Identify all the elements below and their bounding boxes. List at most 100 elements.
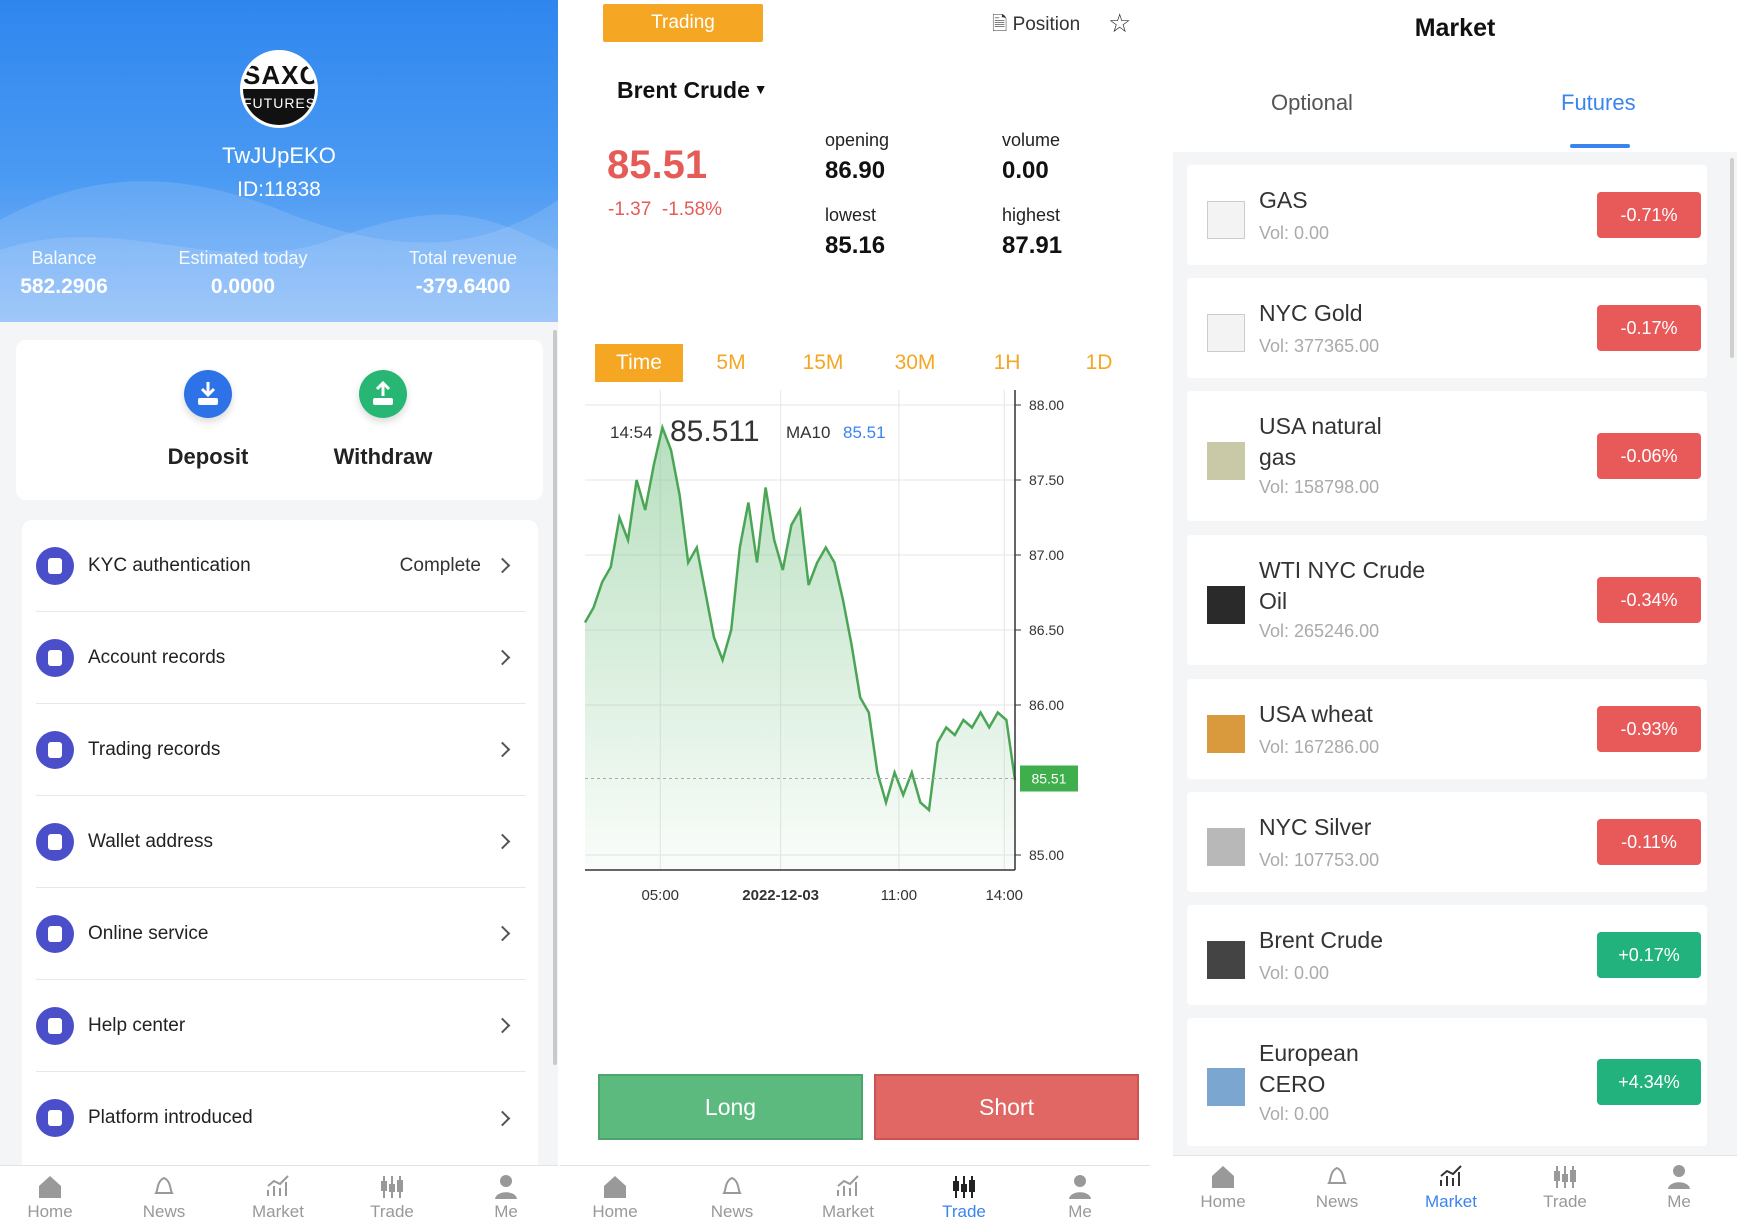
- nav-me[interactable]: Me: [456, 1172, 556, 1222]
- profile-menu: KYC authentication Complete Account reco…: [22, 520, 538, 1180]
- change-badge[interactable]: -0.93%: [1597, 706, 1701, 752]
- market-row[interactable]: NYC Silver Vol: 107753.00 -0.11%: [1187, 792, 1707, 892]
- brent-thumbnail-icon: [1207, 941, 1245, 979]
- short-button[interactable]: Short: [874, 1074, 1139, 1140]
- nav-news[interactable]: News: [682, 1172, 782, 1222]
- id-card-icon: [36, 546, 74, 585]
- timeframe-5m[interactable]: 5M: [687, 344, 775, 382]
- highest-stat: highest 87.91: [1002, 205, 1063, 259]
- deposit-icon: [184, 370, 232, 418]
- change-badge[interactable]: +4.34%: [1597, 1059, 1701, 1105]
- favorite-star-icon[interactable]: ☆: [1108, 8, 1131, 39]
- change-badge[interactable]: -0.06%: [1597, 433, 1701, 479]
- tab-optional[interactable]: Optional: [1271, 90, 1353, 116]
- nav-market[interactable]: Market: [1401, 1162, 1501, 1212]
- x-tick-label: 11:00: [881, 887, 917, 904]
- nav-me[interactable]: Me: [1629, 1162, 1729, 1212]
- nav-trade[interactable]: Trade: [914, 1172, 1014, 1222]
- nav-home[interactable]: Home: [0, 1172, 100, 1222]
- ma-value: 85.51: [843, 423, 886, 442]
- change-badge[interactable]: +0.17%: [1597, 932, 1701, 978]
- cero-thumbnail-icon: [1207, 1068, 1245, 1106]
- y-tick-label: 88.00: [1029, 397, 1064, 413]
- timeframe-30m[interactable]: 30M: [871, 344, 959, 382]
- market-tabs: Optional Futures: [1173, 56, 1737, 152]
- market-row[interactable]: GAS Vol: 0.00 -0.71%: [1187, 165, 1707, 265]
- trading-tab-button[interactable]: Trading: [603, 4, 763, 42]
- change-badge[interactable]: -0.11%: [1597, 819, 1701, 865]
- tab-futures[interactable]: Futures: [1561, 90, 1636, 116]
- chart-icon: [1437, 1162, 1465, 1190]
- nav-market[interactable]: Market: [228, 1172, 328, 1222]
- instrument-name-line: WTI NYC Crude: [1259, 557, 1426, 583]
- instrument-name-line: USA natural: [1259, 413, 1382, 439]
- menu-item-wallet-address[interactable]: Wallet address: [36, 796, 526, 888]
- gas-thumbnail-icon: [1207, 442, 1245, 480]
- nav-home[interactable]: Home: [565, 1172, 665, 1222]
- scrollbar[interactable]: [553, 330, 557, 1065]
- x-tick-label: 05:00: [641, 887, 679, 904]
- scrollbar[interactable]: [1730, 158, 1734, 358]
- instrument-name: GAS: [1259, 185, 1308, 216]
- price-chart[interactable]: 88.00 87.50 87.00 86.50 86.00 85.00 05:00 2022-…: [560, 390, 1150, 990]
- instrument-volume: Vol: 377365.00: [1259, 336, 1380, 356]
- market-row[interactable]: USA wheat Vol: 167286.00 -0.93%: [1187, 679, 1707, 779]
- timeframe-1h[interactable]: 1H: [963, 344, 1051, 382]
- product-selector[interactable]: Brent Crude ▼: [617, 77, 768, 104]
- instrument-volume: Vol: 167286.00: [1259, 737, 1380, 757]
- kyc-status: Complete: [399, 554, 481, 576]
- instrument-name: WTI NYC Crude Oil: [1259, 555, 1425, 617]
- stat-balance: Balance 582.2906: [20, 248, 108, 298]
- market-row[interactable]: European CERO Vol: 0.00 +4.34%: [1187, 1018, 1707, 1146]
- withdraw-button[interactable]: Withdraw: [323, 370, 443, 470]
- menu-item-account-records[interactable]: Account records: [36, 612, 526, 704]
- menu-item-help-center[interactable]: Help center: [36, 980, 526, 1072]
- market-panel: Market Optional Futures GAS Vol: 0.00 -0.7…: [1173, 0, 1737, 1223]
- nav-me[interactable]: Me: [1030, 1172, 1130, 1222]
- chevron-right-icon: [494, 649, 511, 666]
- change-badge[interactable]: -0.71%: [1597, 192, 1701, 238]
- chart-icon: [264, 1172, 292, 1200]
- change-badge[interactable]: -0.34%: [1597, 577, 1701, 623]
- menu-item-platform-introduced[interactable]: Platform introduced: [36, 1072, 526, 1164]
- instrument-name-line: Brent Crude: [1259, 927, 1384, 953]
- market-row[interactable]: WTI NYC Crude Oil Vol: 265246.00 -0.34%: [1187, 535, 1707, 665]
- trade-panel: Trading 🗎 Position ☆ Brent Crude ▼ 85.51…: [560, 0, 1150, 1223]
- market-row[interactable]: Brent Crude Vol: 0.00 +0.17%: [1187, 905, 1707, 1005]
- long-button[interactable]: Long: [598, 1074, 863, 1140]
- instrument-name: USA natural gas: [1259, 411, 1382, 473]
- timeframe-1d[interactable]: 1D: [1055, 344, 1143, 382]
- instrument-name-line: NYC Silver: [1259, 814, 1372, 840]
- document-icon: 🗎: [992, 14, 1008, 35]
- nav-trade[interactable]: Trade: [1515, 1162, 1615, 1212]
- y-tick-label: 86.00: [1029, 697, 1064, 713]
- nav-home[interactable]: Home: [1173, 1162, 1273, 1212]
- market-row[interactable]: USA natural gas Vol: 158798.00 -0.06%: [1187, 391, 1707, 521]
- opening-stat: opening 86.90: [825, 130, 890, 184]
- instrument-volume: Vol: 0.00: [1259, 1104, 1330, 1124]
- nav-market[interactable]: Market: [798, 1172, 898, 1222]
- timeframe-15m[interactable]: 15M: [779, 344, 867, 382]
- chevron-right-icon: [494, 925, 511, 942]
- instrument-name-line: CERO: [1259, 1071, 1326, 1097]
- nav-news[interactable]: News: [1287, 1162, 1387, 1212]
- position-link[interactable]: 🗎 Position: [992, 10, 1080, 42]
- market-row[interactable]: NYC Gold Vol: 377365.00 -0.17%: [1187, 278, 1707, 378]
- menu-item-kyc[interactable]: KYC authentication Complete: [36, 520, 526, 612]
- wheat-thumbnail-icon: [1207, 715, 1245, 753]
- instrument-volume: Vol: 158798.00: [1259, 477, 1380, 497]
- deposit-button[interactable]: Deposit: [148, 370, 268, 470]
- menu-item-online-service[interactable]: Online service: [36, 888, 526, 980]
- logo-text-bottom: FUTURES: [243, 89, 315, 125]
- menu-item-trading-records[interactable]: Trading records: [36, 704, 526, 796]
- instrument-name: NYC Gold: [1259, 298, 1363, 329]
- question-icon: [36, 1006, 74, 1045]
- change-badge[interactable]: -0.17%: [1597, 305, 1701, 351]
- y-tick-label: 87.50: [1029, 472, 1064, 488]
- user-icon: [1066, 1172, 1094, 1200]
- bell-icon: [1323, 1162, 1351, 1190]
- nav-news[interactable]: News: [114, 1172, 214, 1222]
- nav-trade[interactable]: Trade: [342, 1172, 442, 1222]
- timeframe-time[interactable]: Time: [595, 344, 683, 382]
- instrument-volume: Vol: 265246.00: [1259, 621, 1380, 641]
